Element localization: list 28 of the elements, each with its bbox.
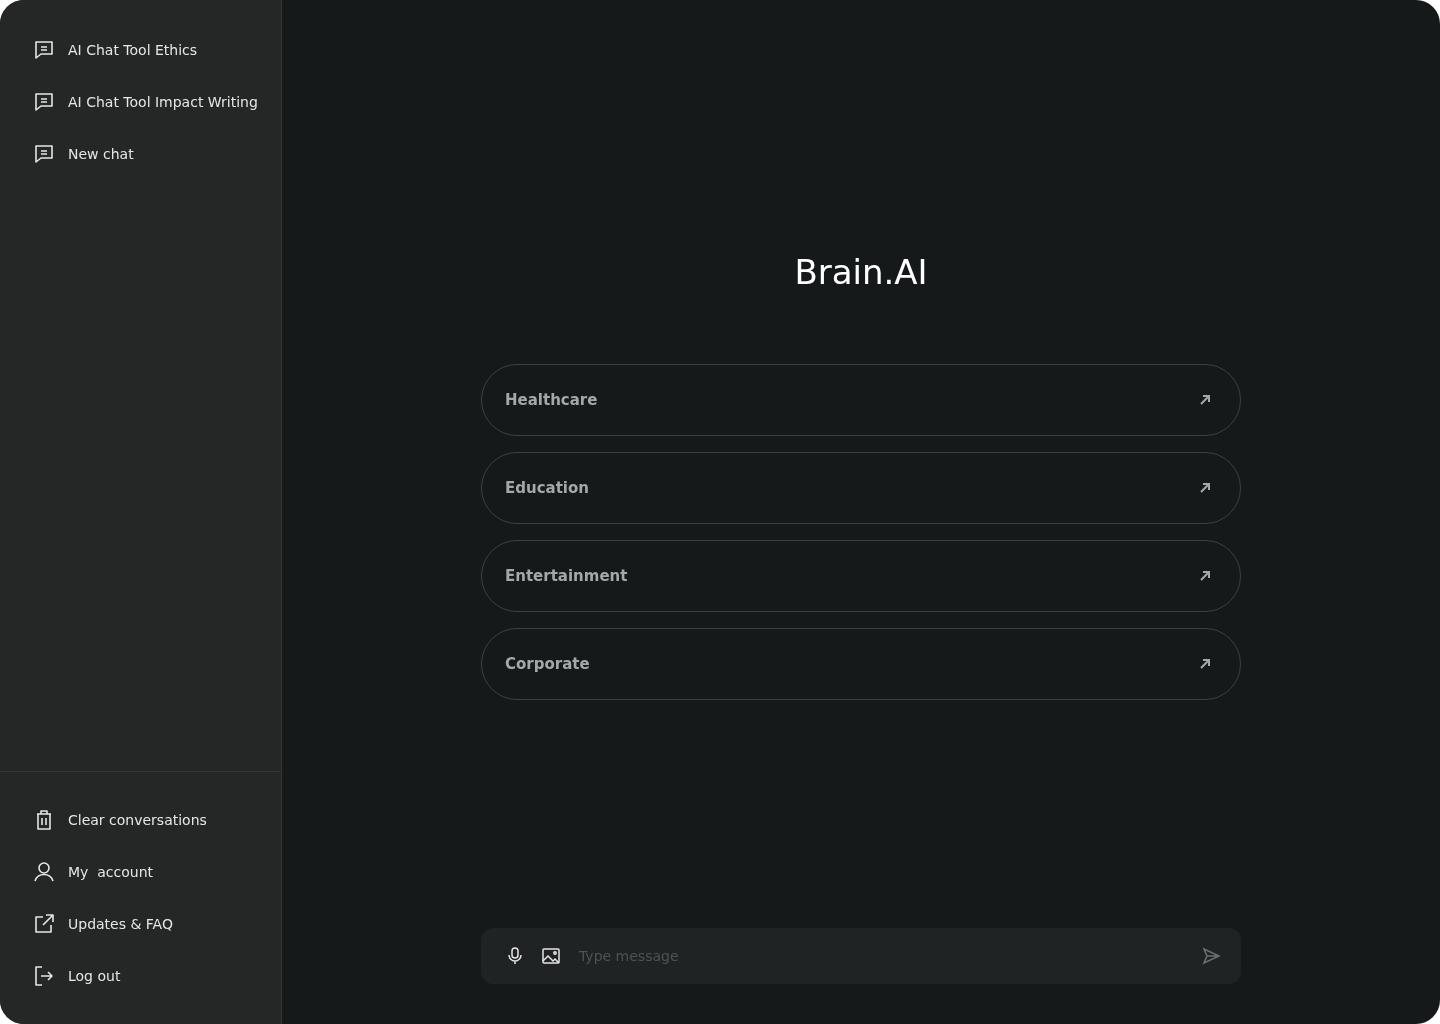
- chat-history-item[interactable]: New chat: [0, 128, 281, 180]
- sidebar-menu-item[interactable]: My account: [0, 846, 281, 898]
- arrow-up-right-icon: [1198, 657, 1212, 671]
- arrow-up-right-icon: [1198, 569, 1212, 583]
- sidebar-menu-item[interactable]: Clear conversations: [0, 794, 281, 846]
- chat-icon: [32, 90, 56, 114]
- user-icon: [32, 860, 56, 884]
- app-title: Brain.AI: [794, 251, 928, 294]
- arrow-up-right-icon: [1198, 481, 1212, 495]
- sidebar-menu-item[interactable]: Updates & FAQ: [0, 898, 281, 950]
- arrow-up-right-icon: [1198, 393, 1212, 407]
- item-label: AI Chat Tool Impact Writing: [68, 94, 258, 110]
- item-label: Log out: [68, 968, 121, 984]
- image-icon[interactable]: [541, 946, 561, 966]
- chat-icon: [32, 142, 56, 166]
- item-label: My account: [68, 864, 154, 880]
- item-label: AI Chat Tool Ethics: [68, 42, 198, 58]
- send-icon[interactable]: [1201, 946, 1221, 966]
- logout-icon: [32, 964, 56, 988]
- item-label: New chat: [68, 146, 134, 162]
- external-link-icon: [32, 912, 56, 936]
- microphone-icon[interactable]: [505, 946, 525, 966]
- chat-history-item[interactable]: AI Chat Tool Ethics: [0, 24, 281, 76]
- sidebar-menu-item[interactable]: Log out: [0, 950, 281, 1002]
- chat-history-item[interactable]: AI Chat Tool Impact Writing: [0, 76, 281, 128]
- chat-icon: [32, 38, 56, 62]
- item-label: Clear conversations: [68, 812, 207, 828]
- item-label: Updates & FAQ: [68, 916, 173, 932]
